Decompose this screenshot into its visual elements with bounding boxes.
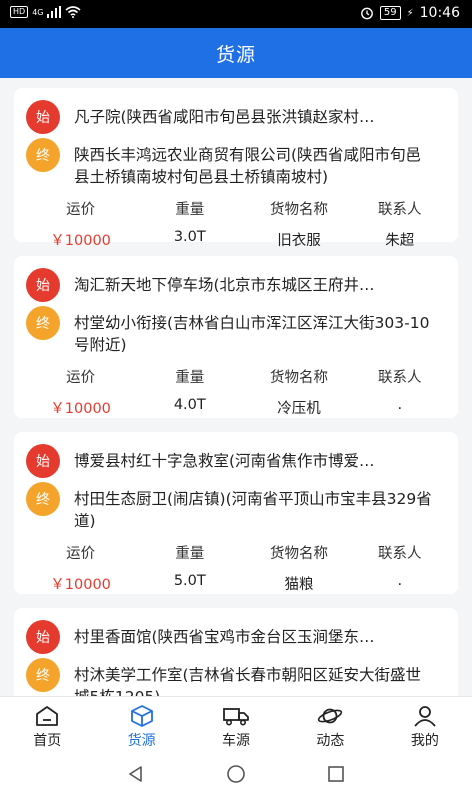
col-header-weight: 重量	[175, 202, 205, 218]
end-row: 终 陕西长丰鸿远农业商贸有限公司(陕西省咸阳市旬邑县土桥镇南坡村旬邑县土桥镇南坡…	[26, 138, 446, 188]
start-marker: 始	[26, 444, 60, 478]
tab-label: 车源	[222, 732, 251, 749]
cargo-card[interactable]: 始 淘汇新天地下停车场(北京市东城区王府井… 终 村堂幼小衔接(吉林省白山市浑江…	[14, 256, 458, 418]
network-label: 4G	[32, 7, 44, 17]
cargo-card[interactable]: 始 村里香面馆(陕西省宝鸡市金台区玉涧堡东… 终 村沐美学工作室(吉林省长春市朝…	[14, 608, 458, 696]
end-row: 终 村田生态厨卫(闹店镇)(河南省平顶山市宝丰县329省道)	[26, 482, 446, 532]
end-row: 终 村沐美学工作室(吉林省长春市朝阳区延安大街盛世城5栋1205)	[26, 658, 446, 696]
col-header-contact: 联系人	[378, 370, 422, 386]
planet-icon	[318, 708, 343, 723]
alarm-icon	[360, 7, 373, 20]
col-header-cargo: 货物名称	[269, 202, 328, 218]
col-header-weight: 重量	[175, 546, 205, 562]
start-row: 始 博爱县村红十字急救室(河南省焦作市博爱…	[26, 444, 446, 478]
price-value: ￥10000	[50, 577, 111, 593]
signal-icon	[47, 6, 62, 18]
tab-vehicles[interactable]: 车源	[189, 697, 283, 756]
start-row: 始 村里香面馆(陕西省宝鸡市金台区玉涧堡东…	[26, 620, 446, 654]
price-value: ￥10000	[50, 401, 111, 417]
cargo-value: 冷压机	[277, 401, 321, 417]
wifi-icon	[65, 6, 82, 18]
weight-value: 3.0T	[173, 229, 206, 245]
col-header-cargo: 货物名称	[269, 546, 328, 562]
end-address: 村堂幼小衔接(吉林省白山市浑江区浑江大街303-10号附近)	[74, 314, 430, 354]
page-title-bar: 货源	[0, 28, 472, 78]
end-marker: 终	[26, 658, 60, 692]
start-marker: 始	[26, 100, 60, 134]
weight-value: 5.0T	[173, 573, 206, 589]
col-header-price: 运价	[66, 370, 96, 386]
back-icon[interactable]	[126, 764, 146, 784]
start-marker: 始	[26, 268, 60, 302]
cargo-value: 猫粮	[284, 577, 314, 593]
charging-icon: ⚡	[406, 7, 414, 19]
truck-icon	[223, 707, 249, 725]
col-header-contact: 联系人	[378, 202, 422, 218]
system-nav-bar	[0, 756, 472, 792]
cargo-card[interactable]: 始 博爱县村红十字急救室(河南省焦作市博爱… 终 村田生态厨卫(闹店镇)(河南省…	[14, 432, 458, 594]
tab-home[interactable]: 首页	[0, 697, 94, 756]
col-header-weight: 重量	[175, 370, 205, 386]
end-marker: 终	[26, 306, 60, 340]
start-address: 淘汇新天地下停车场(北京市东城区王府井…	[74, 276, 375, 294]
col-header-contact: 联系人	[378, 546, 422, 562]
start-address: 村里香面馆(陕西省宝鸡市金台区玉涧堡东…	[74, 628, 375, 646]
person-icon	[414, 705, 436, 727]
end-marker: 终	[26, 482, 60, 516]
contact-value: 朱超	[385, 233, 415, 249]
box-icon	[130, 704, 153, 727]
start-row: 始 淘汇新天地下停车场(北京市东城区王府井…	[26, 268, 446, 302]
col-header-price: 运价	[66, 546, 96, 562]
col-header-cargo: 货物名称	[269, 370, 328, 386]
status-bar: HD 4G 59 ⚡ 10:46	[0, 0, 472, 28]
start-address: 博爱县村红十字急救室(河南省焦作市博爱…	[74, 452, 375, 470]
start-address: 凡子院(陕西省咸阳市旬邑县张洪镇赵家村…	[74, 108, 375, 126]
col-header-price: 运价	[66, 202, 96, 218]
clock: 10:46	[419, 5, 460, 21]
start-marker: 始	[26, 620, 60, 654]
tab-profile[interactable]: 我的	[378, 697, 472, 756]
contact-value: .	[397, 397, 403, 413]
page-title: 货源	[215, 43, 256, 66]
tab-label: 首页	[33, 732, 62, 749]
home-circle-icon[interactable]	[226, 764, 246, 784]
battery-level: 59	[379, 6, 401, 20]
cargo-info-grid: 运价 重量 货物名称 联系人 ￥10000 4.0T 冷压机 .	[26, 362, 446, 418]
cargo-list[interactable]: 始 凡子院(陕西省咸阳市旬邑县张洪镇赵家村… 终 陕西长丰鸿远农业商贸有限公司(…	[0, 78, 472, 696]
end-address: 村田生态厨卫(闹店镇)(河南省平顶山市宝丰县329省道)	[74, 490, 432, 530]
weight-value: 4.0T	[173, 397, 206, 413]
bottom-tab-bar: 首页 货源 车源 动态 我的	[0, 696, 472, 756]
cargo-info-grid: 运价 重量 货物名称 联系人 ￥10000 5.0T 猫粮 .	[26, 538, 446, 594]
recents-icon[interactable]	[326, 764, 346, 784]
cargo-card[interactable]: 始 凡子院(陕西省咸阳市旬邑县张洪镇赵家村… 终 陕西长丰鸿远农业商贸有限公司(…	[14, 88, 458, 249]
tab-label: 动态	[316, 732, 345, 749]
end-row: 终 村堂幼小衔接(吉林省白山市浑江区浑江大街303-10号附近)	[26, 306, 446, 356]
end-address: 陕西长丰鸿远农业商贸有限公司(陕西省咸阳市旬邑县土桥镇南坡村旬邑县土桥镇南坡村)	[74, 146, 422, 186]
status-right: 59 ⚡ 10:46	[360, 5, 460, 21]
start-row: 始 凡子院(陕西省咸阳市旬邑县张洪镇赵家村…	[26, 100, 446, 134]
tab-cargo[interactable]: 货源	[94, 697, 188, 756]
tab-label: 我的	[410, 732, 439, 749]
hd-badge: HD	[10, 6, 29, 18]
cargo-info-grid: 运价 重量 货物名称 联系人 ￥10000 3.0T 旧衣服 朱超	[26, 194, 446, 250]
contact-value: .	[397, 573, 403, 589]
status-left: HD 4G	[10, 6, 82, 18]
price-value: ￥10000	[50, 233, 111, 249]
home-icon	[36, 705, 59, 726]
cargo-value: 旧衣服	[277, 233, 321, 249]
tab-label: 货源	[127, 732, 156, 749]
end-marker: 终	[26, 138, 60, 172]
tab-feed[interactable]: 动态	[283, 697, 377, 756]
end-address: 村沐美学工作室(吉林省长春市朝阳区延安大街盛世城5栋1205)	[74, 666, 422, 696]
